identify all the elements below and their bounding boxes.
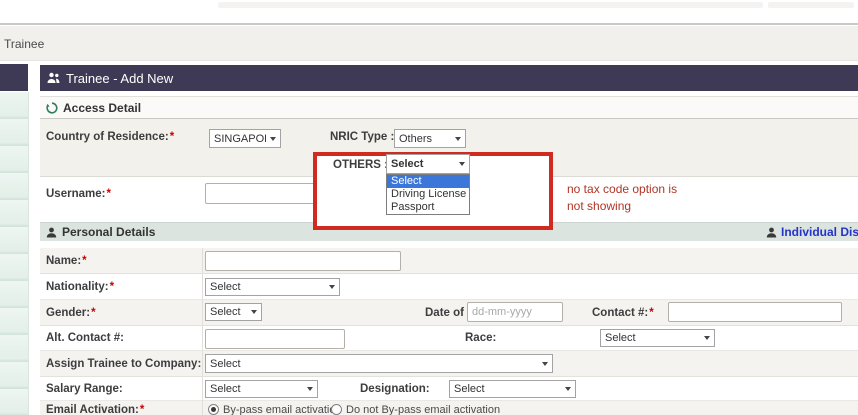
- name-label: Name:*: [46, 255, 87, 268]
- required-marker: *: [106, 188, 110, 200]
- required-marker: *: [82, 255, 86, 267]
- country-of-residence-label: Country of Residence:*: [46, 131, 174, 144]
- no-bypass-email-radio-label: Do not By-pass email activation: [346, 404, 500, 415]
- username-label: Username:*: [46, 188, 111, 201]
- others-label: OTHERS :*: [333, 159, 393, 172]
- email-activation-label: Email Activation:*: [46, 404, 144, 415]
- race-select[interactable]: Select: [600, 329, 715, 347]
- date-of-birth-input[interactable]: [467, 302, 563, 322]
- faded-toolbar-remnant: [768, 2, 854, 8]
- nric-type-label: NRIC Type :*: [330, 131, 402, 144]
- required-marker: *: [110, 281, 114, 293]
- label-column-divider: [202, 248, 203, 415]
- alt-contact-label: Alt. Contact #:: [46, 332, 124, 345]
- caret-down-icon: [329, 285, 335, 289]
- sidebar-collapsed-header: [0, 64, 28, 91]
- alt-contact-row: [40, 326, 858, 351]
- no-bypass-email-radio[interactable]: [331, 404, 342, 415]
- nationality-row: [40, 274, 858, 300]
- nationality-select[interactable]: Select: [205, 278, 340, 296]
- assign-company-select[interactable]: Select: [205, 354, 553, 373]
- people-icon: [47, 72, 60, 84]
- bypass-email-radio[interactable]: [208, 404, 219, 415]
- nationality-label: Nationality:*: [46, 281, 114, 294]
- alt-contact-input[interactable]: [205, 329, 345, 349]
- designation-select[interactable]: Select: [449, 380, 576, 398]
- country-select[interactable]: SINGAPORE: [209, 129, 281, 148]
- breadcrumb[interactable]: Trainee: [4, 37, 44, 51]
- breadcrumb-bar: Trainee: [0, 26, 858, 61]
- required-marker: *: [649, 307, 653, 319]
- required-marker: *: [91, 307, 95, 319]
- person-icon: [766, 227, 777, 238]
- top-divider: [0, 23, 858, 25]
- faded-toolbar-remnant: [218, 2, 763, 8]
- sidebar-menu[interactable]: [0, 92, 29, 415]
- salary-range-select[interactable]: Select: [205, 380, 318, 398]
- race-label: Race:: [465, 332, 496, 345]
- section-title: Personal Details: [62, 225, 155, 239]
- dropdown-option-driving-license[interactable]: Driving License: [387, 188, 469, 201]
- gender-label: Gender:*: [46, 307, 96, 320]
- caret-down-icon: [307, 387, 313, 391]
- gender-select[interactable]: Select: [205, 303, 262, 321]
- required-marker: *: [140, 404, 144, 415]
- dropdown-option-passport[interactable]: Passport: [387, 201, 469, 214]
- section-title: Access Detail: [63, 101, 141, 115]
- name-input[interactable]: [205, 251, 401, 271]
- others-dropdown-list: Select Driving License Passport: [386, 174, 470, 215]
- caret-down-icon: [704, 336, 710, 340]
- page: Trainee Trainee - Add New Access Detail …: [0, 0, 858, 415]
- required-marker: *: [170, 131, 174, 143]
- nric-type-select[interactable]: Others: [394, 129, 466, 148]
- others-select[interactable]: Select: [386, 154, 470, 174]
- caret-down-icon: [270, 137, 276, 141]
- person-icon: [46, 227, 57, 238]
- name-row: [40, 248, 858, 274]
- caret-down-icon: [455, 137, 461, 141]
- annotation-text: no tax code option is not showing: [567, 181, 677, 215]
- page-title-bar: Trainee - Add New: [40, 65, 858, 91]
- contact-input[interactable]: [668, 302, 842, 322]
- caret-down-icon: [251, 310, 257, 314]
- section-access-detail: Access Detail: [40, 96, 858, 119]
- refresh-icon: [46, 102, 58, 114]
- contact-label: Contact #:*: [592, 307, 654, 320]
- salary-range-label: Salary Range:: [46, 383, 123, 396]
- page-title: Trainee - Add New: [66, 71, 173, 86]
- caret-down-icon: [542, 362, 548, 366]
- caret-down-icon: [459, 162, 465, 166]
- dropdown-option-select[interactable]: Select: [387, 175, 469, 188]
- designation-label: Designation:: [360, 383, 430, 396]
- assign-company-label: Assign Trainee to Company:: [46, 358, 201, 371]
- bypass-email-radio-label: By-pass email activation: [223, 404, 342, 415]
- individual-discount-link[interactable]: Individual Discount: [766, 225, 858, 239]
- caret-down-icon: [565, 387, 571, 391]
